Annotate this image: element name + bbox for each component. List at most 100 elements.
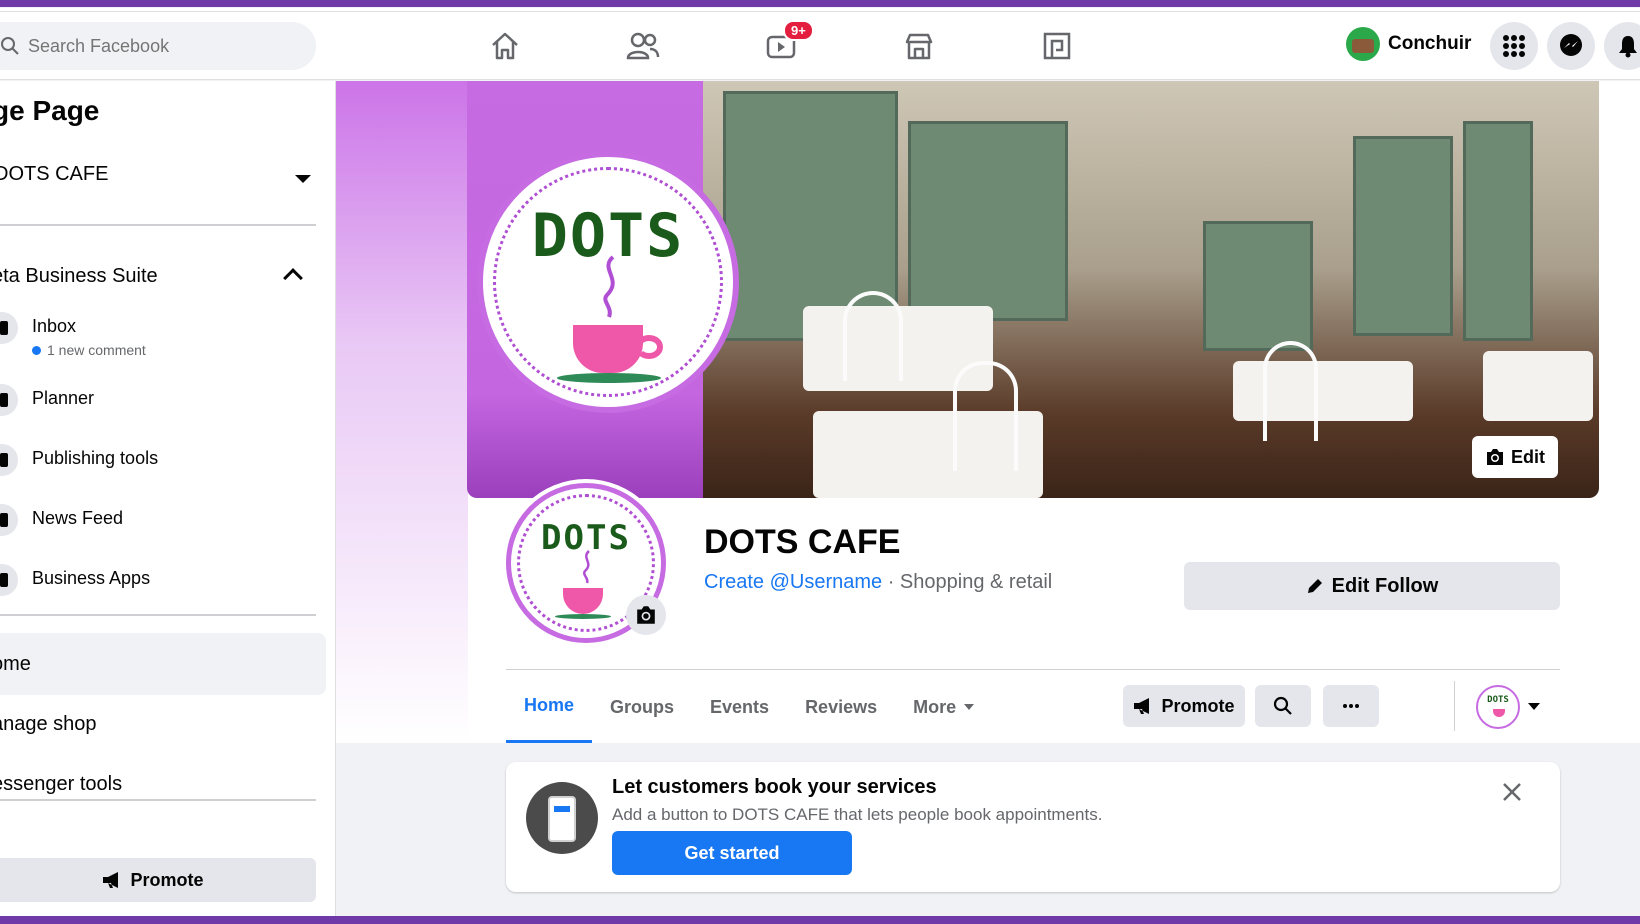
tab-home[interactable]: Home — [506, 671, 593, 743]
tab-label: More — [913, 696, 957, 717]
menu-button[interactable] — [1490, 22, 1538, 70]
cover-fade — [336, 81, 468, 743]
chevron-down-icon — [964, 704, 975, 710]
nav-friends[interactable] — [613, 24, 673, 68]
edit-cover-label: Edit — [1511, 446, 1545, 467]
profile-switcher-avatar[interactable]: DOTS — [1476, 685, 1520, 729]
page-category: · Shopping & retail — [882, 571, 1053, 593]
divider — [1454, 681, 1455, 731]
promote-label: Promote — [130, 869, 204, 890]
edit-cover-button[interactable]: Edit — [1472, 436, 1558, 478]
messenger-button[interactable] — [1547, 22, 1595, 70]
divider — [0, 224, 316, 226]
megaphone-icon — [103, 872, 119, 888]
update-profile-picture-button[interactable] — [626, 595, 666, 635]
sidebar-item-publishing-tools[interactable]: Publishing tools — [0, 438, 320, 488]
tab-label: Groups — [610, 696, 675, 717]
page-main: DOTS Edit DOTS DOTS CAFE Create @Usernam… — [336, 81, 1640, 916]
nav-gaming[interactable] — [1027, 24, 1087, 68]
sidebar-item-label: Business Apps — [32, 568, 151, 588]
sidebar-link-manage-shop[interactable]: anage shop — [0, 693, 326, 755]
page-tabs: Home Groups Events Reviews More — [506, 671, 992, 743]
divider — [506, 669, 1560, 670]
search-icon — [1, 37, 19, 55]
top-navigation-bar: 9+ Conchuir — [0, 12, 1640, 80]
tab-label: Reviews — [805, 696, 878, 717]
search-box[interactable] — [0, 22, 316, 70]
tab-events[interactable]: Events — [692, 671, 787, 743]
cabinet — [1463, 121, 1533, 341]
coffee-cup-icon — [573, 325, 643, 373]
booking-suggestion-card: Let customers book your services Add a b… — [506, 762, 1560, 892]
nav-marketplace[interactable] — [889, 24, 949, 68]
sidebar-promote-button[interactable]: Promote — [0, 858, 316, 902]
sidebar-item-label: Inbox — [32, 316, 77, 336]
chevron-down-icon[interactable] — [1528, 703, 1540, 710]
divider — [0, 614, 316, 616]
messenger-icon — [1560, 34, 1582, 56]
phone-icon — [548, 796, 576, 842]
tab-reviews[interactable]: Reviews — [787, 671, 895, 743]
search-input[interactable] — [28, 35, 288, 57]
page-meta: Create @Username · Shopping & retail — [704, 571, 1052, 594]
promote-label: Promote — [1161, 695, 1235, 716]
sidebar-item-planner[interactable]: Planner — [0, 378, 320, 428]
business-suite-header[interactable]: eta Business Suite — [0, 265, 158, 288]
nav-watch[interactable]: 9+ — [751, 20, 814, 68]
cafe-photo — [703, 81, 1599, 498]
page-selector[interactable]: DOTS CAFE — [0, 163, 108, 186]
coffee-cup-icon — [1493, 709, 1505, 717]
steam-icon — [583, 550, 590, 584]
edit-follow-button[interactable]: Edit Follow — [1184, 562, 1560, 610]
watch-notification-badge: 9+ — [783, 20, 814, 41]
doorway — [1353, 136, 1453, 336]
sidebar-link-home[interactable]: ome — [0, 633, 326, 695]
planner-icon — [0, 384, 18, 416]
cup-handle — [635, 335, 663, 359]
sidebar-link-messenger-tools[interactable]: essenger tools — [0, 753, 326, 815]
tab-label: Events — [710, 696, 770, 717]
card-title: Let customers book your services — [612, 776, 937, 798]
saucer — [555, 614, 611, 619]
chevron-down-icon[interactable] — [295, 175, 311, 183]
tab-groups[interactable]: Groups — [592, 671, 692, 743]
friends-icon — [626, 32, 660, 60]
inbox-icon — [0, 312, 18, 344]
user-name: Conchuir — [1388, 33, 1472, 54]
page-search-button[interactable] — [1255, 685, 1311, 727]
close-icon[interactable] — [1496, 776, 1528, 808]
cover-logo: DOTS — [477, 151, 739, 413]
sidebar-item-inbox[interactable]: Inbox 1 new comment — [0, 306, 320, 358]
publishing-tools-icon — [0, 444, 18, 476]
notifications-button[interactable] — [1604, 22, 1640, 70]
fireplace — [1203, 221, 1313, 351]
window-frame-bottom — [0, 916, 1640, 924]
inbox-subtext: 1 new comment — [32, 342, 146, 358]
sidebar-item-news-feed[interactable]: News Feed — [0, 498, 320, 548]
window-frame-top — [0, 0, 1640, 7]
more-options-button[interactable] — [1323, 685, 1379, 727]
camera-icon — [1487, 449, 1503, 465]
create-username-link[interactable]: Create @Username — [704, 571, 882, 593]
pencil-icon — [1307, 579, 1322, 593]
saucer — [557, 373, 661, 383]
chevron-up-icon[interactable] — [283, 268, 303, 288]
ellipsis-icon — [1343, 704, 1359, 708]
nav-home[interactable] — [475, 24, 535, 68]
tab-more[interactable]: More — [895, 671, 992, 743]
new-comment-count: 1 new comment — [47, 342, 146, 358]
chair — [1263, 341, 1318, 441]
table — [1233, 361, 1413, 421]
bell-icon — [1619, 36, 1637, 58]
promote-button[interactable]: Promote — [1123, 685, 1245, 727]
profile-shortcut[interactable]: Conchuir — [1346, 22, 1471, 66]
news-feed-icon — [0, 504, 18, 536]
get-started-button[interactable]: Get started — [612, 831, 852, 875]
cover-photo[interactable]: DOTS Edit — [467, 81, 1599, 498]
home-icon — [492, 32, 518, 60]
mini-logo-text: DOTS — [1487, 695, 1509, 705]
divider — [0, 799, 316, 801]
page-title: DOTS CAFE — [704, 523, 901, 561]
sidebar-item-label: News Feed — [32, 508, 124, 528]
sidebar-item-business-apps[interactable]: Business Apps — [0, 558, 320, 608]
